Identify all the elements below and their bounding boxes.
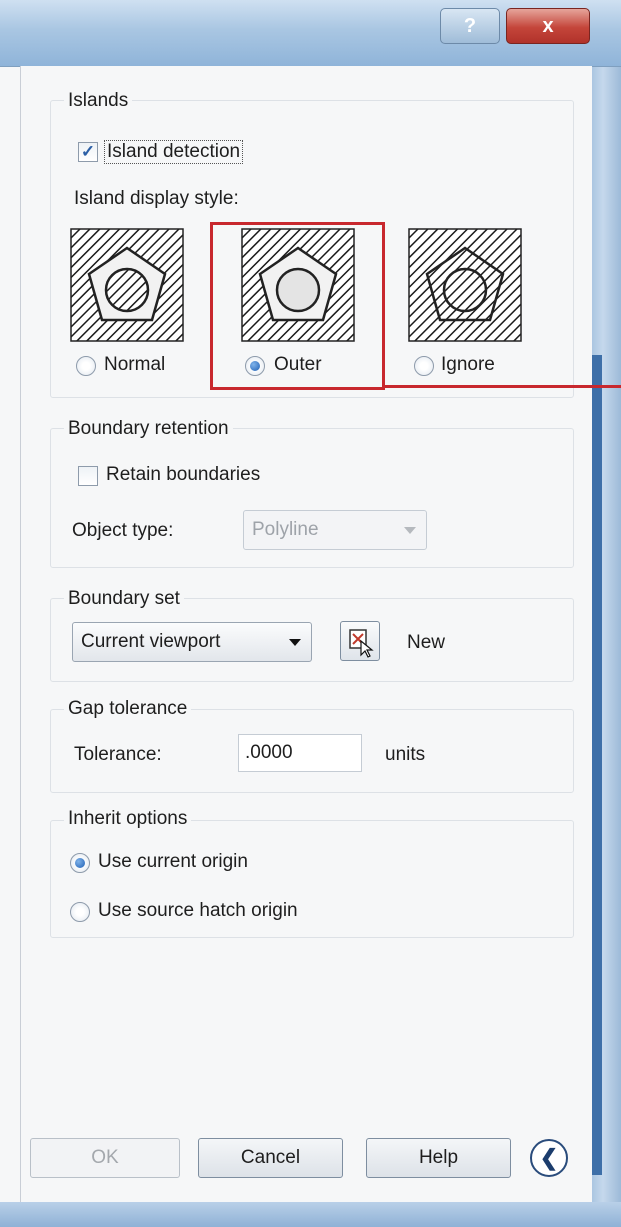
cancel-button[interactable]: Cancel xyxy=(198,1138,343,1178)
window-edge-highlight xyxy=(592,355,602,1175)
tolerance-input[interactable]: .0000 xyxy=(238,734,362,772)
islands-group-label: Islands xyxy=(64,90,133,112)
boundary-set-label: Boundary set xyxy=(64,588,184,610)
object-type-label: Object type: xyxy=(72,520,174,541)
object-type-value: Polyline xyxy=(252,519,319,540)
title-close-button[interactable]: x xyxy=(506,8,590,44)
ignore-radio[interactable] xyxy=(414,356,434,376)
island-display-style-label: Island display style: xyxy=(74,188,239,209)
tolerance-value: .0000 xyxy=(245,742,293,763)
use-source-hatch-origin-radio[interactable] xyxy=(70,902,90,922)
select-objects-icon xyxy=(349,629,374,658)
boundary-retention-label: Boundary retention xyxy=(64,418,233,440)
ok-button: OK xyxy=(30,1138,180,1178)
ignore-radio-label[interactable]: Ignore xyxy=(441,354,495,376)
tolerance-label: Tolerance: xyxy=(74,744,162,765)
island-detection-label[interactable]: Island detection xyxy=(104,140,244,164)
window-frame-bottom xyxy=(0,1202,621,1227)
highlight-box xyxy=(210,222,385,390)
island-detection-checkbox[interactable]: ✓ xyxy=(78,142,98,162)
boundary-set-value: Current viewport xyxy=(81,631,221,652)
help-button[interactable]: Help xyxy=(366,1138,511,1178)
use-current-origin-radio[interactable] xyxy=(70,853,90,873)
use-source-hatch-origin-label[interactable]: Use source hatch origin xyxy=(98,900,298,922)
retain-boundaries-checkbox[interactable] xyxy=(78,466,98,486)
object-type-select[interactable]: Polyline xyxy=(243,510,427,550)
gap-tolerance-label: Gap tolerance xyxy=(64,698,192,720)
retain-boundaries-label[interactable]: Retain boundaries xyxy=(106,464,260,486)
chevron-down-icon xyxy=(289,639,301,646)
title-help-button[interactable]: ? xyxy=(440,8,500,44)
title-bar: ? x xyxy=(0,0,621,67)
normal-radio[interactable] xyxy=(76,356,96,376)
use-current-origin-label[interactable]: Use current origin xyxy=(98,851,248,873)
inherit-options-label: Inherit options xyxy=(64,808,192,830)
normal-radio-label[interactable]: Normal xyxy=(104,354,165,376)
new-label: New xyxy=(407,632,446,653)
highlight-pointer-line xyxy=(385,385,621,388)
ignore-style-icon[interactable] xyxy=(408,228,522,342)
boundary-set-select[interactable]: Current viewport xyxy=(72,622,312,662)
units-label: units xyxy=(385,744,426,765)
chevron-down-icon xyxy=(404,527,416,534)
normal-style-icon[interactable] xyxy=(70,228,184,342)
new-boundary-set-button[interactable] xyxy=(340,621,380,661)
collapse-more-options-button[interactable]: ❮ xyxy=(530,1139,568,1177)
